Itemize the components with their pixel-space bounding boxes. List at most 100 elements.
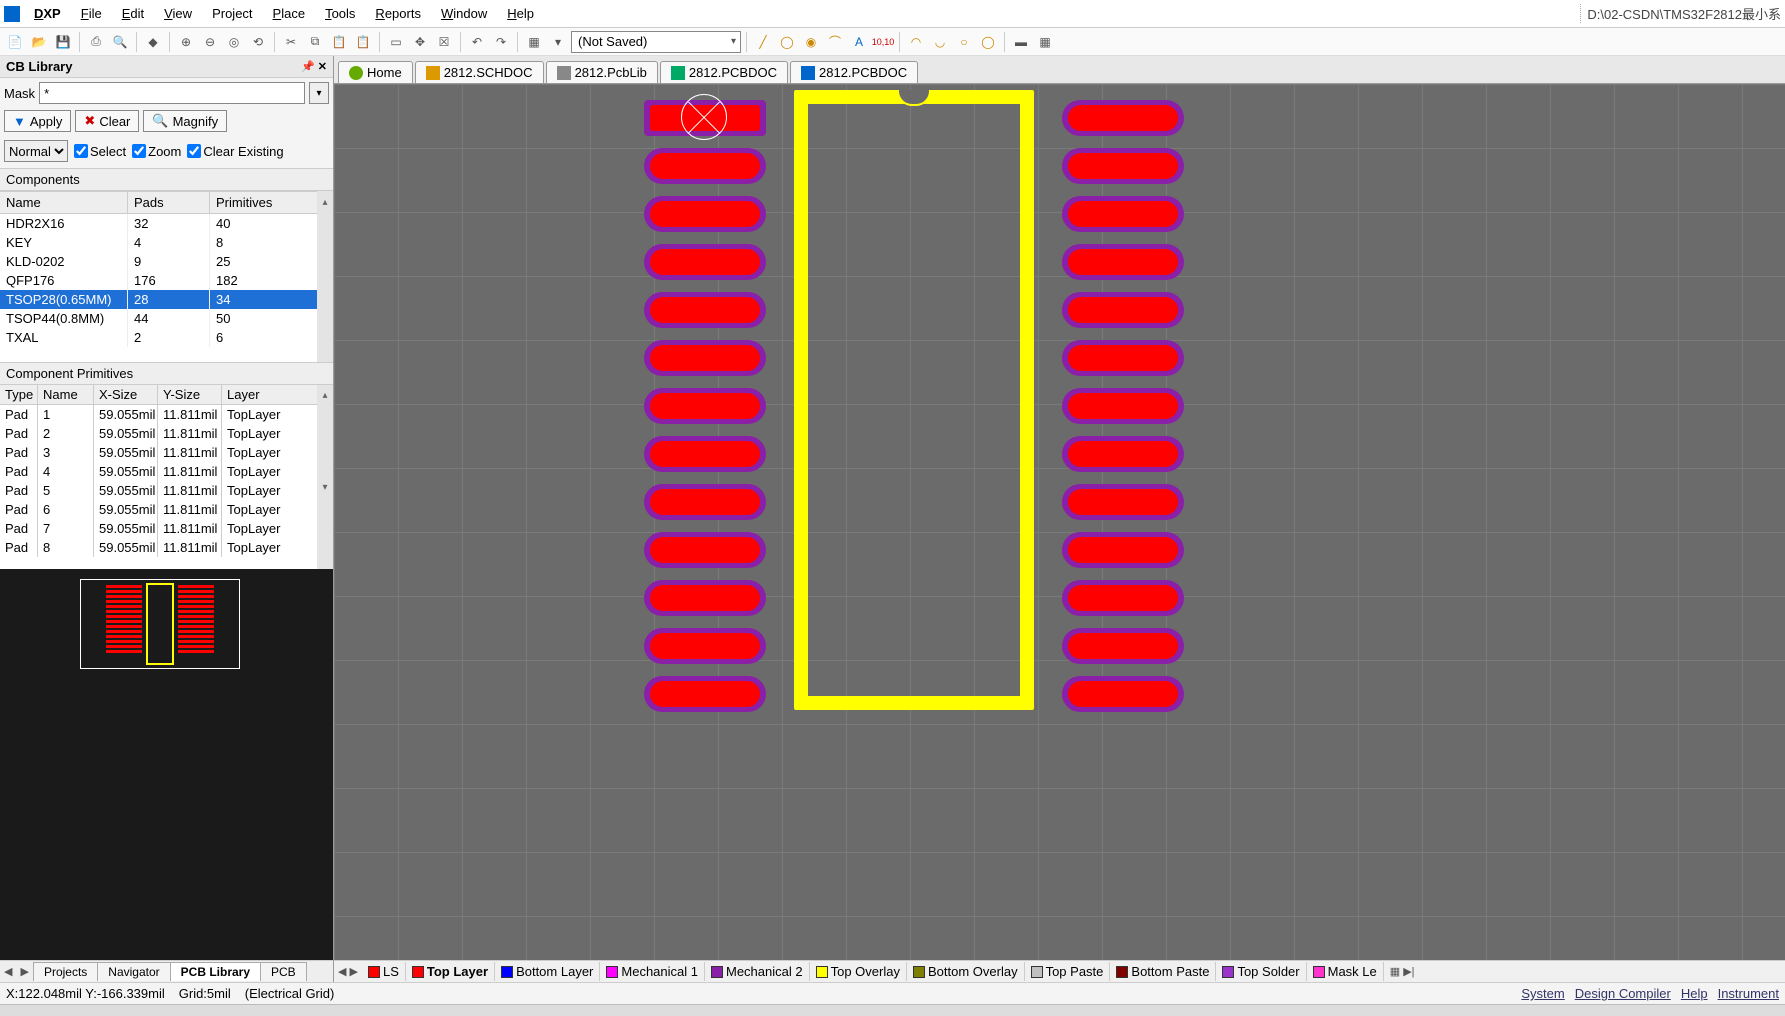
- arc-center-icon[interactable]: ◠: [905, 31, 927, 53]
- place-dim-icon[interactable]: 10,10: [872, 31, 894, 53]
- pad[interactable]: [644, 580, 766, 616]
- layer-tab[interactable]: Top Paste: [1025, 962, 1111, 981]
- layer-tab[interactable]: Top Overlay: [810, 962, 907, 981]
- primitive-row[interactable]: Pad759.055mil11.811milTopLayer: [0, 519, 333, 538]
- place-arc-icon[interactable]: ⌒: [824, 31, 846, 53]
- select-checkbox[interactable]: Select: [74, 144, 126, 159]
- cut-icon[interactable]: ✂: [280, 31, 302, 53]
- components-grid[interactable]: HDR2X163240KEY48KLD-0202925QFP176176182T…: [0, 214, 333, 362]
- panel-tab[interactable]: Navigator: [97, 962, 170, 981]
- document-tab[interactable]: 2812.PcbLib: [546, 61, 658, 83]
- tabs-right-arrow-icon[interactable]: ▶: [16, 965, 32, 978]
- pad[interactable]: [1062, 532, 1184, 568]
- pad[interactable]: [644, 676, 766, 712]
- grid-drop-icon[interactable]: ▾: [547, 31, 569, 53]
- file-path[interactable]: D:\02-CSDN\TMS32F2812最小系: [1580, 4, 1781, 23]
- layer-tab[interactable]: Mask Le: [1307, 962, 1384, 981]
- place-line-icon[interactable]: ╱: [752, 31, 774, 53]
- zoom-checkbox[interactable]: Zoom: [132, 144, 181, 159]
- layer-tab[interactable]: Mechanical 1: [600, 962, 705, 981]
- save-icon[interactable]: 💾: [52, 31, 74, 53]
- document-tab[interactable]: 2812.PCBDOC: [660, 61, 788, 83]
- component-row[interactable]: HDR2X163240: [0, 214, 333, 233]
- rect-fill-icon[interactable]: ▬: [1010, 31, 1032, 53]
- pad[interactable]: [1062, 292, 1184, 328]
- pad[interactable]: [644, 532, 766, 568]
- open-icon[interactable]: 📂: [28, 31, 50, 53]
- pad[interactable]: [644, 292, 766, 328]
- pad[interactable]: [1062, 196, 1184, 232]
- primitive-row[interactable]: Pad159.055mil11.811milTopLayer: [0, 405, 333, 424]
- primitives-scrollbar-body[interactable]: ▾: [317, 405, 333, 569]
- components-scrollbar-body[interactable]: [317, 214, 333, 362]
- place-via-icon[interactable]: ◉: [800, 31, 822, 53]
- mask-dropdown-icon[interactable]: ▾: [309, 82, 329, 104]
- pad[interactable]: [1062, 436, 1184, 472]
- deselect-icon[interactable]: ☒: [433, 31, 455, 53]
- components-scrollbar[interactable]: ▴: [317, 191, 333, 214]
- primitives-grid[interactable]: ▾ Pad159.055mil11.811milTopLayerPad259.0…: [0, 405, 333, 569]
- layers-icon[interactable]: ◆: [142, 31, 164, 53]
- pad[interactable]: [1062, 628, 1184, 664]
- document-tab[interactable]: Home: [338, 61, 413, 83]
- pad[interactable]: [1062, 484, 1184, 520]
- primitive-row[interactable]: Pad659.055mil11.811milTopLayer: [0, 500, 333, 519]
- redo-icon[interactable]: ↷: [490, 31, 512, 53]
- panel-tab[interactable]: Projects: [33, 962, 98, 981]
- copy-icon[interactable]: ⧉: [304, 31, 326, 53]
- component-row[interactable]: KLD-0202925: [0, 252, 333, 271]
- primitive-row[interactable]: Pad459.055mil11.811milTopLayer: [0, 462, 333, 481]
- primitives-header[interactable]: Type Name X-Size Y-Size Layer: [0, 385, 333, 405]
- pad[interactable]: [644, 148, 766, 184]
- layer-tab[interactable]: Top Solder: [1216, 962, 1306, 981]
- pin-icon[interactable]: 📌 ✕: [301, 60, 327, 73]
- menu-reports[interactable]: Reports: [365, 4, 431, 23]
- document-tab[interactable]: 2812.SCHDOC: [415, 61, 544, 83]
- select-rect-icon[interactable]: ▭: [385, 31, 407, 53]
- menu-help[interactable]: Help: [497, 4, 544, 23]
- pad[interactable]: [644, 388, 766, 424]
- zoom-fit-icon[interactable]: ⊕: [175, 31, 197, 53]
- status-link-design-compiler[interactable]: Design Compiler: [1575, 986, 1671, 1001]
- component-row[interactable]: TXAL26: [0, 328, 333, 347]
- pad[interactable]: [1062, 580, 1184, 616]
- full-circle-icon[interactable]: ○: [953, 31, 975, 53]
- place-pad-icon[interactable]: ◯: [776, 31, 798, 53]
- primitive-row[interactable]: Pad259.055mil11.811milTopLayer: [0, 424, 333, 443]
- layer-tab[interactable]: Mechanical 2: [705, 962, 810, 981]
- layer-ls-arrow-icon[interactable]: ◀ ▶: [334, 963, 362, 980]
- layer-end-arrow-icon[interactable]: ▦ ▶|: [1386, 963, 1419, 980]
- layer-ls-tab[interactable]: LS: [362, 962, 406, 981]
- pad[interactable]: [1062, 148, 1184, 184]
- primitive-row[interactable]: Pad359.055mil11.811milTopLayer: [0, 443, 333, 462]
- document-tab[interactable]: 2812.PCBDOC: [790, 61, 918, 83]
- menu-project[interactable]: Project: [202, 4, 262, 23]
- clear-existing-checkbox[interactable]: Clear Existing: [187, 144, 283, 159]
- apply-button[interactable]: ▼Apply: [4, 110, 71, 132]
- panel-tab[interactable]: PCB: [260, 962, 307, 981]
- primitives-scrollbar[interactable]: ▴: [317, 385, 333, 405]
- panel-title-bar[interactable]: CB Library 📌 ✕: [0, 56, 333, 78]
- pad[interactable]: [644, 436, 766, 472]
- component-row[interactable]: QFP176176182: [0, 271, 333, 290]
- preview-icon[interactable]: 🔍: [109, 31, 131, 53]
- magnify-button[interactable]: 🔍Magnify: [143, 110, 227, 132]
- pad[interactable]: [644, 196, 766, 232]
- component-row[interactable]: TSOP44(0.8MM)4450: [0, 309, 333, 328]
- menu-view[interactable]: View: [154, 4, 202, 23]
- arc-any-icon[interactable]: ◯: [977, 31, 999, 53]
- move-icon[interactable]: ✥: [409, 31, 431, 53]
- menu-file[interactable]: File: [71, 4, 112, 23]
- clear-button[interactable]: ✖Clear: [75, 110, 139, 132]
- pad[interactable]: [1062, 340, 1184, 376]
- zoom-area-icon[interactable]: ⊖: [199, 31, 221, 53]
- pad[interactable]: [1062, 676, 1184, 712]
- new-doc-icon[interactable]: 📄: [4, 31, 26, 53]
- mask-input[interactable]: [39, 82, 305, 104]
- menu-window[interactable]: Window: [431, 4, 497, 23]
- layer-tab[interactable]: Top Layer: [406, 962, 495, 981]
- tabs-left-arrow-icon[interactable]: ◀: [0, 965, 16, 978]
- primitive-row[interactable]: Pad559.055mil11.811milTopLayer: [0, 481, 333, 500]
- components-header[interactable]: Name Pads Primitives: [0, 191, 333, 214]
- zoom-reset-icon[interactable]: ⟲: [247, 31, 269, 53]
